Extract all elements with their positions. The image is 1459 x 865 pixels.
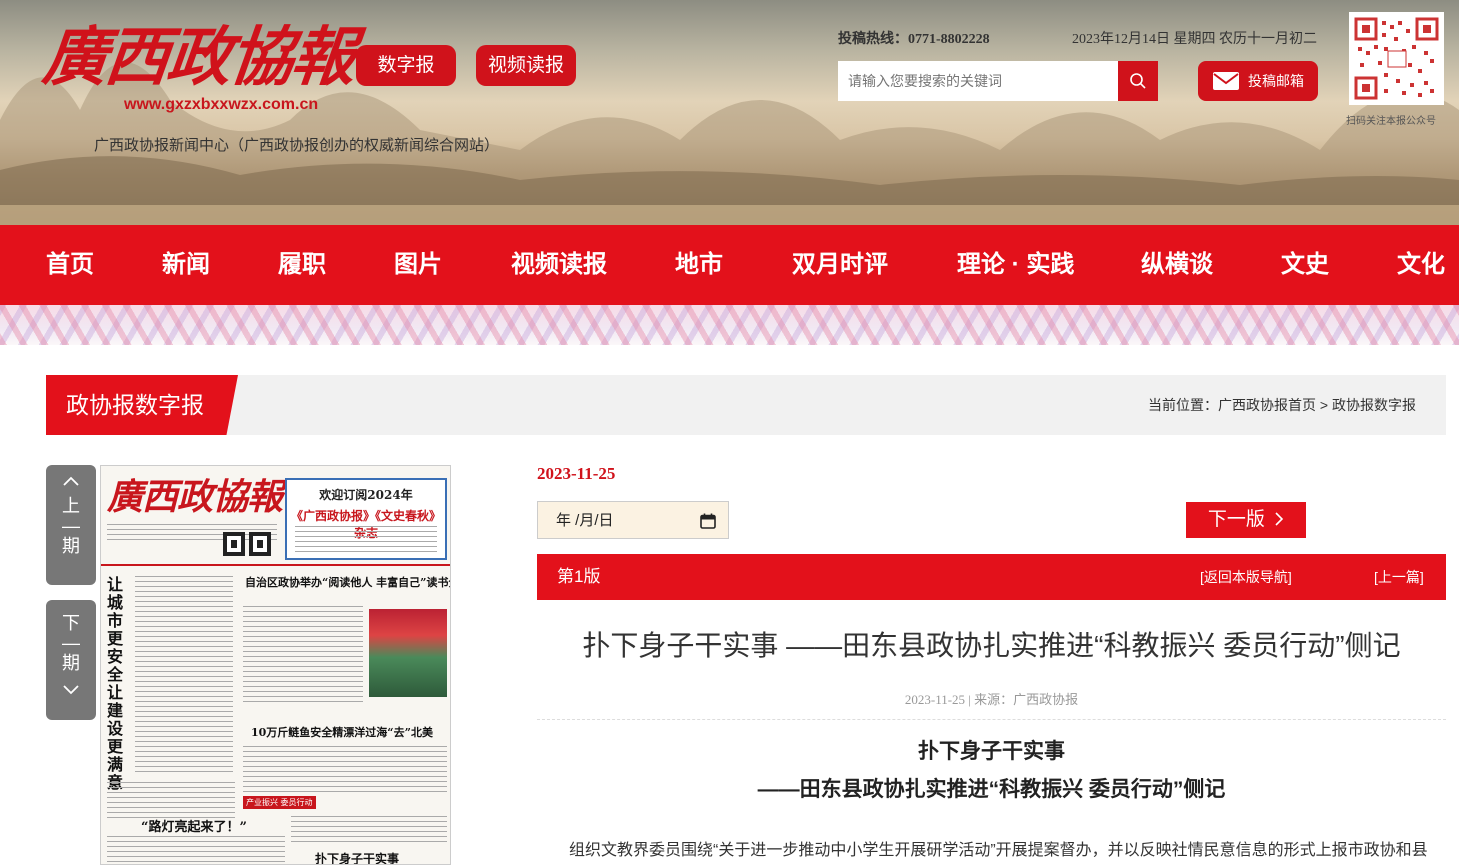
nav-item-bimonthly[interactable]: 双月时评: [792, 225, 888, 305]
paper-subscription-ad: 欢迎订阅2024年 《广西政协报》《文史春秋》杂志: [285, 478, 447, 560]
article-meta: 2023-11-25 | 来源：广西政协报: [904, 692, 1079, 707]
decorative-pattern-strip: [0, 305, 1459, 345]
previous-issue-button[interactable]: 上 — 期: [46, 465, 96, 585]
search-input[interactable]: [838, 61, 1118, 101]
paper-article-text-1: [243, 606, 363, 706]
search-box: [838, 61, 1158, 101]
qr-code: [1349, 12, 1444, 105]
article-subtitle-main: 扑下身子干实事: [918, 740, 1065, 763]
paper-headline-3: “路灯亮起来了！”: [141, 820, 247, 835]
search-button[interactable]: [1118, 61, 1158, 101]
main-nav: 首页 新闻 履职 图片 视频读报 地市 双月时评 理论 · 实践 纵横谈 文史 …: [0, 225, 1459, 305]
article-body-paragraph: 组织文教界委员围绕“关于进一步推动中小学生开展研学活动”开展提案督办，并以反映社…: [569, 842, 1428, 859]
qr-code-label: 扫码关注本报公众号: [1346, 116, 1436, 127]
submission-email-button[interactable]: 投稿邮箱: [1198, 61, 1318, 101]
site-logo[interactable]: 廣西政協報: [39, 6, 359, 98]
article-subtitle-secondary: ——田东县政协扎实推进“科教振兴 委员行动”侧记: [757, 778, 1226, 801]
paper-headline-2: 10万斤鲢鱼安全精漂洋过海“去”北美: [251, 726, 433, 739]
paper-masthead: 廣西政協報: [107, 476, 283, 518]
newspaper-page-thumbnail[interactable]: 廣西政協報 欢迎订阅2024年 《广西政协报》《文史春秋》杂志 让城市更安全 让…: [100, 465, 451, 865]
nav-item-history[interactable]: 文史: [1281, 225, 1329, 305]
nav-item-news[interactable]: 新闻: [162, 225, 210, 305]
paper-article-text-3: [107, 782, 235, 818]
divider-dash: —: [62, 633, 80, 653]
previous-article-link[interactable]: [上一篇]: [1374, 554, 1424, 600]
breadcrumb[interactable]: 当前位置：广西政协报首页 > 政协报数字报: [1148, 375, 1416, 435]
digital-paper-button[interactable]: 数字报: [356, 45, 456, 86]
site-url: www.gxzxbxxwzx.com.cn: [124, 96, 319, 113]
paper-ad-text: [295, 526, 437, 554]
date-picker-value: 年 /月/日: [556, 512, 614, 529]
next-edition-button[interactable]: 下一版: [1186, 502, 1306, 538]
nav-item-discussion[interactable]: 纵横谈: [1141, 225, 1213, 305]
paper-ad-line1: 欢迎订阅2024年: [319, 488, 413, 502]
paper-qr-icon: [223, 532, 271, 556]
paper-photo: [369, 609, 447, 697]
chevron-up-icon: [63, 476, 79, 486]
article-divider: [537, 719, 1446, 720]
issue-date: 2023-11-25: [537, 464, 616, 483]
previous-issue-label-2: 期: [62, 536, 80, 556]
current-date: 2023年12月14日 星期四 农历十一月初二: [1072, 32, 1317, 47]
date-picker-input[interactable]: 年 /月/日: [537, 501, 729, 539]
hotline-text: 投稿热线：0771-8802228: [838, 32, 990, 47]
paper-headline-1: 自治区政协举办“阅读他人 丰富自己”读书分享会: [245, 576, 450, 589]
next-edition-label: 下一版: [1207, 509, 1265, 530]
header-banner: 廣西政協報 www.gxzxbxxwzx.com.cn 广西政协报新闻中心（广西…: [0, 0, 1459, 225]
paper-vertical-headline: 让城市更安全 让建设更满意: [107, 575, 124, 792]
submission-email-label: 投稿邮箱: [1248, 73, 1304, 89]
paper-headline-4: 扑下身子干实事: [315, 852, 400, 865]
chevron-down-icon: [63, 685, 79, 695]
next-issue-label-2: 期: [62, 653, 80, 673]
paper-article-text-5: [291, 816, 447, 846]
site-slogan: 广西政协报新闻中心（广西政协报创办的权威新闻综合网站）: [94, 137, 500, 154]
article-title: 扑下身子干实事 ——田东县政协扎实推进“科教振兴 委员行动”侧记: [582, 630, 1401, 661]
divider-dash: —: [62, 516, 80, 536]
search-icon: [1130, 73, 1146, 89]
paper-article-text-2: [243, 746, 447, 792]
paper-article-text-4: [107, 836, 285, 864]
nav-item-culture[interactable]: 文化: [1397, 225, 1445, 305]
nav-item-duty[interactable]: 履职: [278, 225, 326, 305]
chevron-right-icon: [1275, 512, 1284, 526]
nav-item-cities[interactable]: 地市: [675, 225, 723, 305]
paper-rule: [101, 564, 450, 566]
nav-item-video[interactable]: 视频读报: [511, 225, 607, 305]
paper-tag: 产业振兴 委员行动: [243, 796, 316, 809]
edition-bar: 第1版 [返回本版导航] [上一篇]: [537, 554, 1446, 600]
mail-icon: [1213, 72, 1239, 90]
nav-item-theory[interactable]: 理论 · 实践: [957, 225, 1074, 305]
edition-name: 第1版: [557, 567, 601, 586]
back-to-edition-nav-link[interactable]: [返回本版导航]: [1200, 554, 1292, 600]
section-title: 政协报数字报: [46, 375, 238, 435]
paper-column-text: [135, 576, 233, 776]
nav-item-home[interactable]: 首页: [46, 225, 94, 305]
nav-item-photos[interactable]: 图片: [394, 225, 442, 305]
next-issue-button[interactable]: 下 — 期: [46, 600, 96, 720]
calendar-icon[interactable]: [700, 513, 716, 529]
qr-code-icon: [1354, 17, 1439, 100]
video-reading-button[interactable]: 视频读报: [476, 45, 576, 86]
